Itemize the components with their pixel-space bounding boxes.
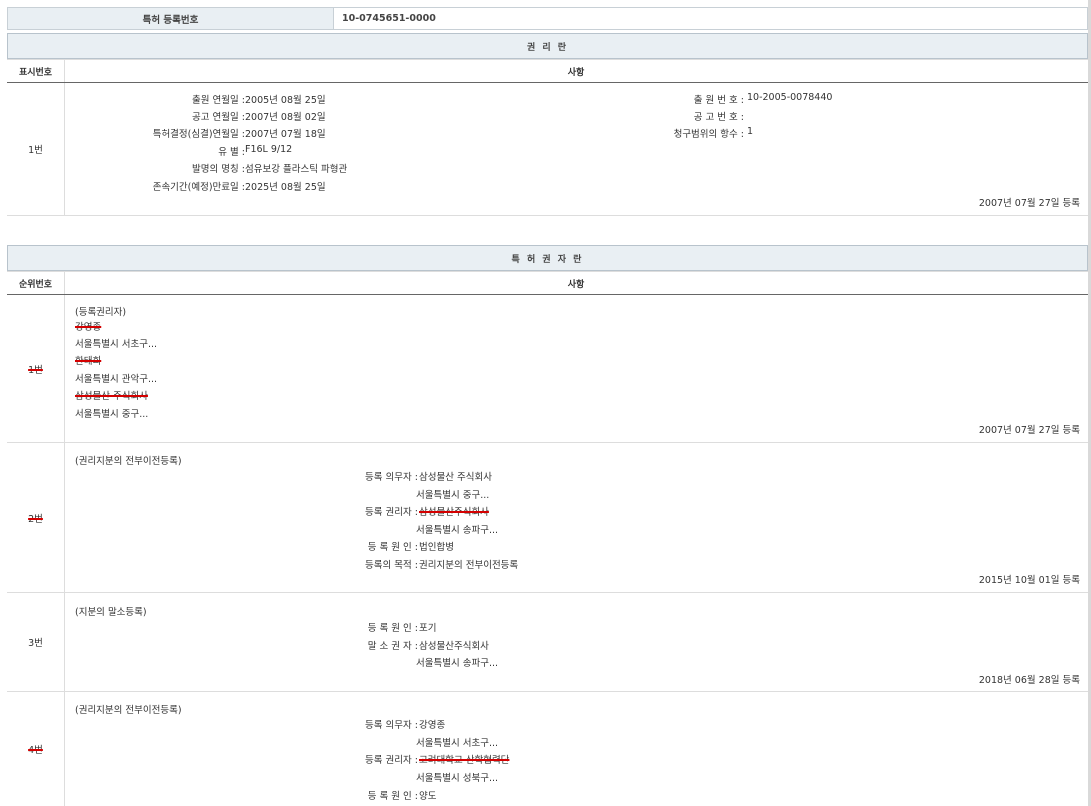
field-label: 말 소 권 자 : bbox=[368, 638, 418, 652]
display-number-header: 표시번호 bbox=[7, 60, 65, 82]
field-label: 출원 연월일 : bbox=[192, 92, 245, 106]
rights-row: 1번 출원 연월일 : 2005년 08월 25일 공고 연월일 : 2007년… bbox=[7, 83, 1088, 216]
field-label: 등 록 원 인 : bbox=[368, 539, 418, 553]
registration-date: 2018년 06월 28일 등록 bbox=[979, 672, 1080, 686]
field-value: 양도 bbox=[419, 788, 436, 802]
field-label: 등록의 목적 : bbox=[365, 557, 418, 571]
registration-number-value: 10-0745651-0000 bbox=[342, 8, 436, 29]
holder-row: 4번 (권리지분의 전부이전등록) 등록 의무자 : 강영종 서울특별시 서초구… bbox=[7, 692, 1088, 806]
field-value: 포기 bbox=[419, 620, 436, 634]
field-value: 2007년 08월 02일 bbox=[245, 109, 326, 123]
field-value: 1 bbox=[747, 126, 753, 137]
holder-name: 삼성물산 주식회사 bbox=[75, 388, 148, 402]
field-value: 서울특별시 성북구... bbox=[416, 770, 498, 784]
rank-number-header: 순위번호 bbox=[7, 272, 65, 294]
holder-column-header: 순위번호 사항 bbox=[7, 271, 1088, 295]
entry-title: (지분의 말소등록) bbox=[75, 604, 147, 618]
field-label: 등록 권리자 : bbox=[365, 752, 418, 766]
row-number: 1번 bbox=[7, 83, 65, 215]
holder-row: 1번 (등록권리자) 강영종 서울특별시 서초구... 한태희 서울특별시 관악… bbox=[7, 295, 1088, 443]
field-value: 삼성물산주식회사 bbox=[419, 638, 489, 652]
field-label: 존속기간(예정)만료일 : bbox=[153, 179, 245, 193]
field-value: 고려대학교 산학협력단 bbox=[419, 752, 509, 766]
field-label: 공고 연월일 : bbox=[192, 109, 245, 123]
field-value: 2005년 08월 25일 bbox=[245, 92, 326, 106]
registration-number-bar: 특허 등록번호 10-0745651-0000 bbox=[7, 7, 1088, 30]
field-label: 청구범위의 항수 : bbox=[674, 126, 744, 140]
field-label: 등 록 원 인 : bbox=[368, 620, 418, 634]
holder-address: 서울특별시 중구... bbox=[75, 406, 148, 420]
holder-section-title: 특 허 권 자 란 bbox=[7, 245, 1088, 271]
registration-date: 2007년 07월 27일 등록 bbox=[979, 422, 1080, 436]
field-label: 특허결정(심결)연월일 : bbox=[153, 126, 245, 140]
field-value: 섬유보강 플라스틱 파형관 bbox=[245, 161, 347, 175]
holder-row: 3번 (지분의 말소등록) 등 록 원 인 : 포기 말 소 권 자 : 삼성물… bbox=[7, 593, 1088, 692]
holder-name: 강영종 bbox=[75, 319, 101, 333]
rights-column-header: 표시번호 사항 bbox=[7, 59, 1088, 83]
registration-date: 2015년 10월 01일 등록 bbox=[979, 572, 1080, 586]
field-label: 등록 의무자 : bbox=[365, 717, 418, 731]
matters-header: 사항 bbox=[64, 272, 1088, 294]
row-number: 2번 bbox=[28, 511, 43, 525]
field-value: 2007년 07월 18일 bbox=[245, 126, 326, 140]
field-label: 등록 의무자 : bbox=[365, 469, 418, 483]
field-value: 서울특별시 송파구... bbox=[416, 655, 498, 669]
field-label: 등 록 원 인 : bbox=[368, 788, 418, 802]
field-value: 서울특별시 중구... bbox=[416, 487, 489, 501]
registration-date: 2007년 07월 27일 등록 bbox=[979, 195, 1080, 209]
field-label: 등록 권리자 : bbox=[365, 504, 418, 518]
rights-section-title: 권 리 란 bbox=[7, 33, 1088, 59]
registration-number-label: 특허 등록번호 bbox=[8, 8, 334, 29]
field-value: 10-2005-0078440 bbox=[747, 92, 832, 103]
field-value: 권리지분의 전부이전등록 bbox=[419, 557, 518, 571]
field-value: F16L 9/12 bbox=[245, 144, 292, 155]
field-value: 법인합병 bbox=[419, 539, 454, 553]
holder-name: 한태희 bbox=[75, 353, 101, 367]
entry-title: (권리지분의 전부이전등록) bbox=[75, 702, 182, 716]
field-label: 공 고 번 호 : bbox=[694, 109, 744, 123]
entry-title: (등록권리자) bbox=[75, 304, 126, 318]
row-number: 3번 bbox=[7, 593, 65, 691]
field-value: 강영종 bbox=[419, 717, 445, 731]
field-value: 삼성물산주식회사 bbox=[419, 504, 489, 518]
field-value: 2025년 08월 25일 bbox=[245, 179, 326, 193]
field-value: 서울특별시 송파구... bbox=[416, 522, 498, 536]
holder-row: 2번 (권리지분의 전부이전등록) 등록 의무자 : 삼성물산 주식회사 서울특… bbox=[7, 443, 1088, 593]
field-label: 출 원 번 호 : bbox=[694, 92, 744, 106]
row-number: 4번 bbox=[28, 742, 43, 756]
row-number: 1번 bbox=[28, 362, 43, 376]
field-label: 유 별 : bbox=[218, 144, 245, 158]
holder-address: 서울특별시 서초구... bbox=[75, 336, 157, 350]
field-label: 발명의 명칭 : bbox=[192, 161, 245, 175]
matters-header: 사항 bbox=[64, 60, 1088, 82]
field-value: 삼성물산 주식회사 bbox=[419, 469, 492, 483]
field-value: 서울특별시 서초구... bbox=[416, 735, 498, 749]
holder-address: 서울특별시 관악구... bbox=[75, 371, 157, 385]
entry-title: (권리지분의 전부이전등록) bbox=[75, 453, 182, 467]
